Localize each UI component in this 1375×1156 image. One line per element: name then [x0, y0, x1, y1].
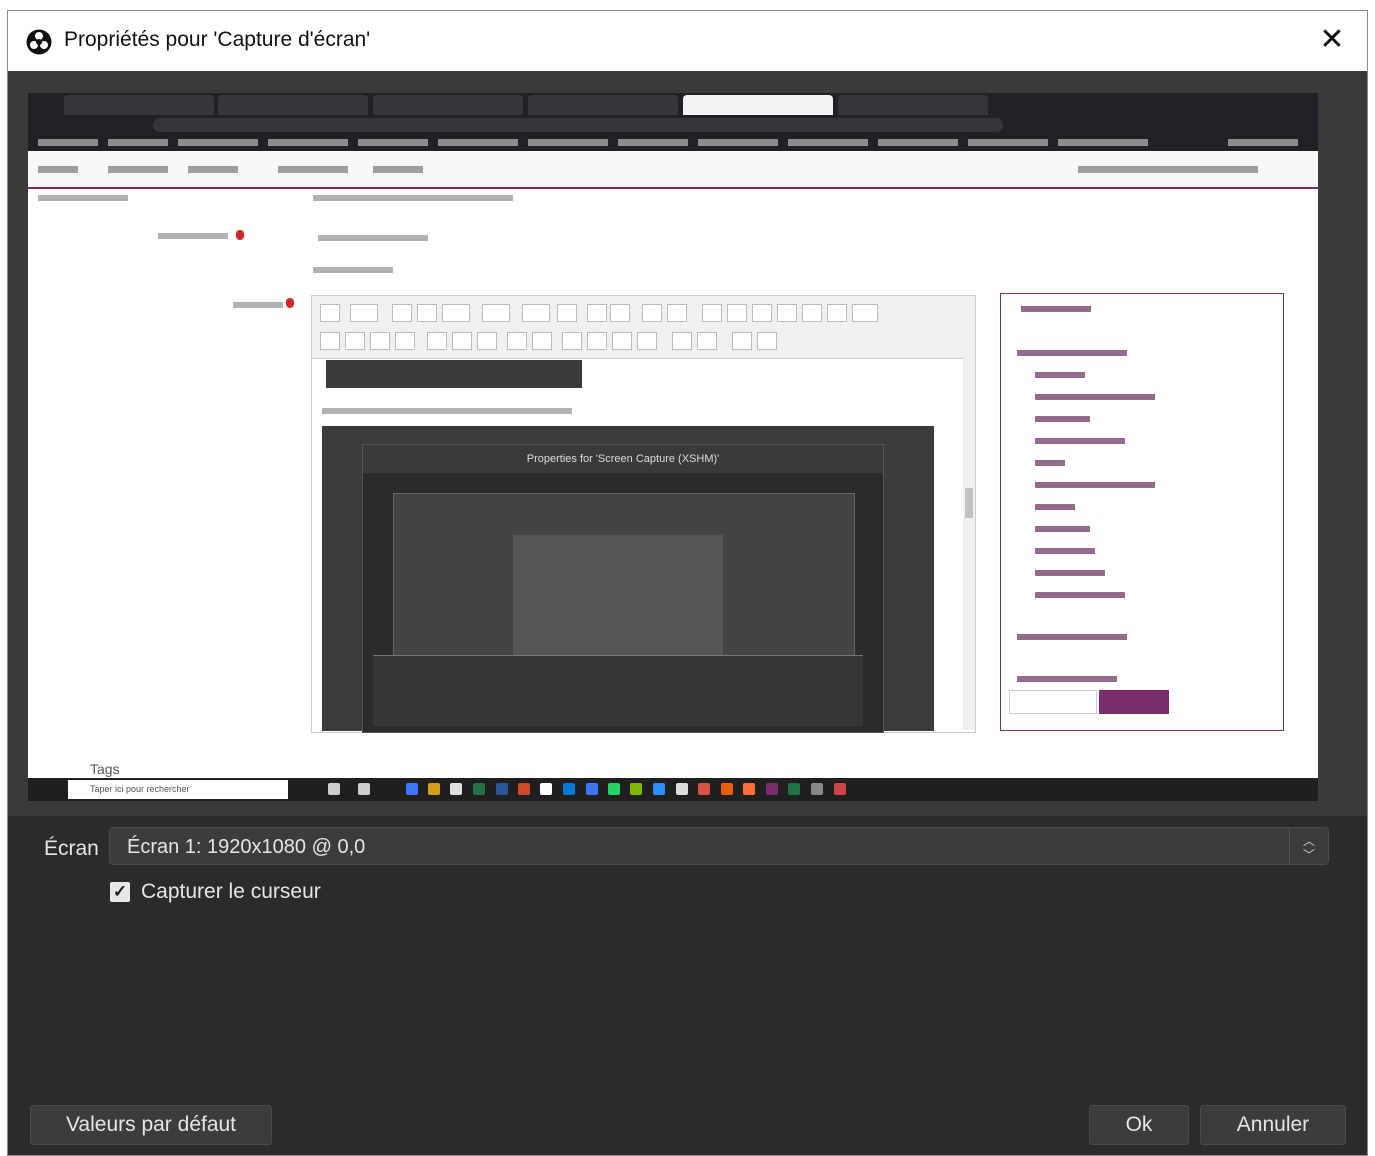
preview-taskbar: Taper ici pour rechercher: [28, 778, 1318, 801]
preview-bookmarks: [28, 135, 1318, 152]
ok-button[interactable]: Ok: [1089, 1105, 1189, 1145]
select-arrows-icon[interactable]: ︿ ﹀: [1289, 828, 1328, 864]
screen-label: Écran: [44, 837, 99, 860]
obs-icon: [26, 29, 52, 55]
defaults-button[interactable]: Valeurs par défaut: [30, 1105, 272, 1145]
preview-area: Properties for 'Screen Capture (XSHM)' T…: [8, 71, 1367, 816]
preview-browser-tabs: [28, 93, 1318, 115]
window-title: Propriétés pour 'Capture d'écran': [64, 28, 371, 51]
screen-select[interactable]: Écran 1: 1920x1080 @ 0,0 ︿ ﹀: [109, 827, 1329, 865]
capture-cursor-label: Capturer le curseur: [141, 880, 321, 903]
properties-dialog: Propriétés pour 'Capture d'écran' ✕ Prop…: [7, 10, 1368, 1156]
title-bar: Propriétés pour 'Capture d'écran' ✕: [8, 11, 1367, 71]
preview-site-nav: [28, 151, 1318, 189]
preview-nested-capture: Properties for 'Screen Capture (XSHM)': [322, 426, 934, 733]
preview-admin-block: [1000, 293, 1284, 731]
cancel-button[interactable]: Annuler: [1200, 1105, 1346, 1145]
preview-taskbar-search: Taper ici pour rechercher: [90, 784, 190, 794]
screen-capture-preview: Properties for 'Screen Capture (XSHM)' T…: [28, 93, 1318, 801]
preview-address-bar: [28, 115, 1318, 135]
inner-dialog-title: Properties for 'Screen Capture (XSHM)': [363, 445, 883, 473]
preview-tags-label: Tags: [90, 761, 120, 777]
close-icon[interactable]: ✕: [1317, 25, 1347, 55]
capture-cursor-checkbox[interactable]: ✓: [110, 882, 130, 902]
screen-select-value: Écran 1: 1920x1080 @ 0,0: [127, 836, 366, 858]
preview-editor: Properties for 'Screen Capture (XSHM)': [311, 295, 976, 733]
